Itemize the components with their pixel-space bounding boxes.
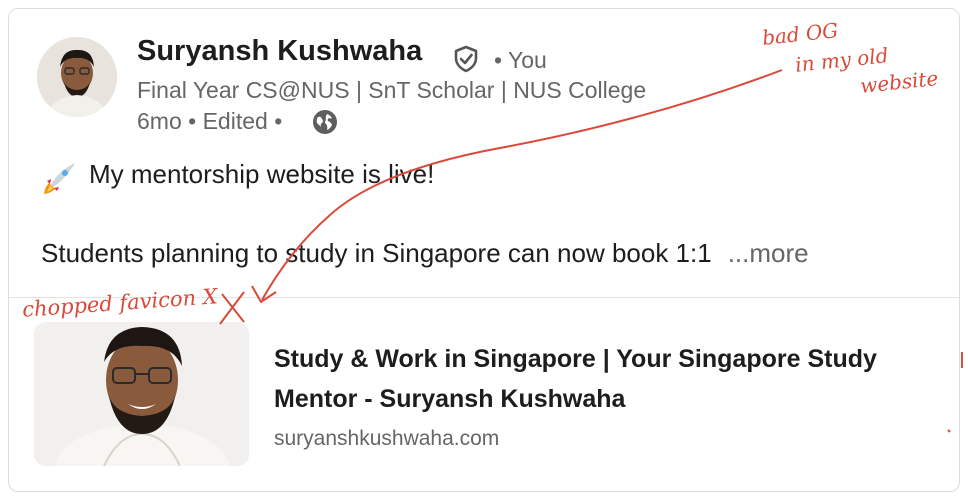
post-text-line-2: Students planning to study in Singapore …: [41, 238, 809, 268]
post-meta: 6mo • Edited •: [137, 108, 282, 135]
author-headline: Final Year CS@NUS | SnT Scholar | NUS Co…: [137, 77, 647, 103]
post-text-line-1: My mentorship website is live!: [89, 159, 435, 189]
post-time: 6mo: [137, 108, 182, 134]
shield-check-icon: [454, 45, 478, 73]
author-avatar[interactable]: [37, 37, 117, 117]
link-preview-image[interactable]: [34, 322, 249, 466]
link-preview-title[interactable]: Study & Work in Singapore | Your Singapo…: [274, 339, 914, 419]
edited-label: • Edited •: [188, 108, 283, 134]
author-name[interactable]: Suryansh Kushwaha: [137, 35, 422, 68]
you-label: • You: [494, 47, 547, 73]
link-preview-domain[interactable]: suryanshkushwaha.com: [274, 427, 499, 451]
globe-icon: [313, 110, 337, 134]
post-card: Suryansh Kushwaha • You Final Year CS@NU…: [8, 8, 960, 492]
see-more-link[interactable]: ...more: [728, 238, 809, 268]
